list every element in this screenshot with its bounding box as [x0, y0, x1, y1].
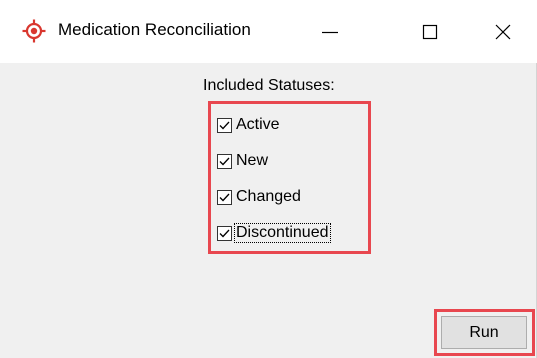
- checkbox-box[interactable]: [217, 189, 232, 205]
- minimize-button[interactable]: [300, 0, 360, 63]
- medication-reconciliation-window: Medication Reconciliation Included Statu…: [0, 0, 537, 358]
- checkbox-label: Discontinued: [234, 223, 331, 243]
- close-icon: [495, 24, 511, 39]
- checkbox-discontinued[interactable]: Discontinued: [217, 222, 331, 244]
- checkbox-box[interactable]: [217, 153, 232, 169]
- checkmark-icon: [219, 157, 230, 165]
- checkbox-label: New: [236, 152, 269, 169]
- maximize-icon: [422, 24, 438, 39]
- minimize-icon: [322, 31, 338, 33]
- maximize-button[interactable]: [400, 0, 460, 63]
- included-statuses-label: Included Statuses:: [203, 77, 335, 94]
- dialog-content: Included Statuses: Active New Changed Di…: [0, 63, 537, 358]
- checkmark-icon: [219, 229, 230, 237]
- crosshair-target-icon: [22, 19, 46, 43]
- checkbox-changed[interactable]: Changed: [217, 186, 302, 208]
- checkbox-active[interactable]: Active: [217, 114, 281, 136]
- title-bar[interactable]: Medication Reconciliation: [0, 0, 537, 63]
- window-title: Medication Reconciliation: [58, 20, 251, 39]
- status-checkbox-group: Active New Changed Discontinued: [208, 101, 371, 254]
- checkbox-box[interactable]: [217, 117, 232, 133]
- checkbox-box[interactable]: [217, 225, 232, 241]
- close-button[interactable]: [473, 0, 533, 63]
- checkbox-label: Active: [236, 116, 280, 133]
- checkmark-icon: [219, 121, 230, 129]
- checkmark-icon: [219, 193, 230, 201]
- checkbox-new[interactable]: New: [217, 150, 269, 172]
- run-button[interactable]: Run: [441, 316, 527, 349]
- checkbox-label: Changed: [236, 188, 301, 205]
